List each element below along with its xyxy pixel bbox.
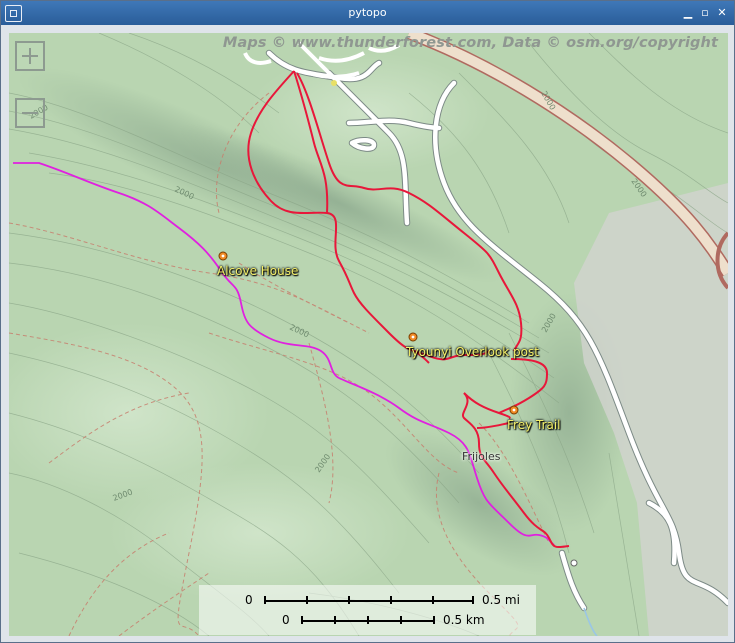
- info-marker: [331, 80, 337, 86]
- scale-row-miles: 0 0.5 mi: [199, 593, 536, 609]
- scale-tick: [367, 616, 369, 624]
- minimize-button[interactable]: ▁: [681, 6, 695, 20]
- map-canvas: 2000 2000 2000 2000 2000 2000 2000 2000: [9, 33, 728, 636]
- map-view[interactable]: 2000 2000 2000 2000 2000 2000 2000 2000: [9, 33, 728, 636]
- waypoint-label-alcove-house: Alcove House: [217, 264, 299, 278]
- close-button[interactable]: ✕: [715, 6, 729, 20]
- plus-icon-vertical: [29, 48, 31, 64]
- scale-label-km: 0.5 km: [443, 613, 485, 627]
- scale-zero-km: 0: [282, 613, 290, 627]
- maximize-button[interactable]: ▫: [698, 6, 712, 20]
- minus-icon: [22, 112, 38, 114]
- scale-line-mi: [264, 600, 474, 602]
- scale-tick: [306, 596, 308, 604]
- scale-tick: [472, 596, 474, 604]
- scale-tick: [334, 616, 336, 624]
- scale-tick: [390, 596, 392, 604]
- app-window: pytopo ▁ ▫ ✕ 2000 2000 2000 2000 2000 20…: [0, 0, 735, 643]
- tyounyi-marker: [408, 332, 418, 342]
- alcove-house-marker: [218, 251, 228, 261]
- scale-bar: 0 0.5 mi 0 0.5 km: [199, 585, 536, 635]
- scale-tick: [400, 616, 402, 624]
- scale-tick: [433, 616, 435, 624]
- waypoint-label-frey-trail: Frey Trail: [507, 418, 561, 432]
- scale-tick: [301, 616, 303, 624]
- zoom-in-button[interactable]: [15, 41, 45, 71]
- scale-zero-mi: 0: [245, 593, 253, 607]
- map-attribution[interactable]: Maps © www.thunderforest.com, Data © osm…: [223, 35, 718, 51]
- waypoint-label-tyounyi-overlook: Tyounyi Overlook post: [406, 345, 539, 359]
- scale-row-km: 0 0.5 km: [199, 613, 536, 629]
- scale-tick: [348, 596, 350, 604]
- frey-trail-marker: [509, 405, 519, 415]
- zoom-out-button[interactable]: [15, 98, 45, 128]
- scale-label-mi: 0.5 mi: [482, 593, 520, 607]
- scale-tick: [432, 596, 434, 604]
- place-label-frijoles: Frijoles: [462, 450, 501, 463]
- scale-tick: [264, 596, 266, 604]
- title-bar[interactable]: pytopo ▁ ▫ ✕: [1, 1, 734, 25]
- window-title: pytopo: [348, 6, 387, 19]
- frijoles-marker: [570, 559, 578, 567]
